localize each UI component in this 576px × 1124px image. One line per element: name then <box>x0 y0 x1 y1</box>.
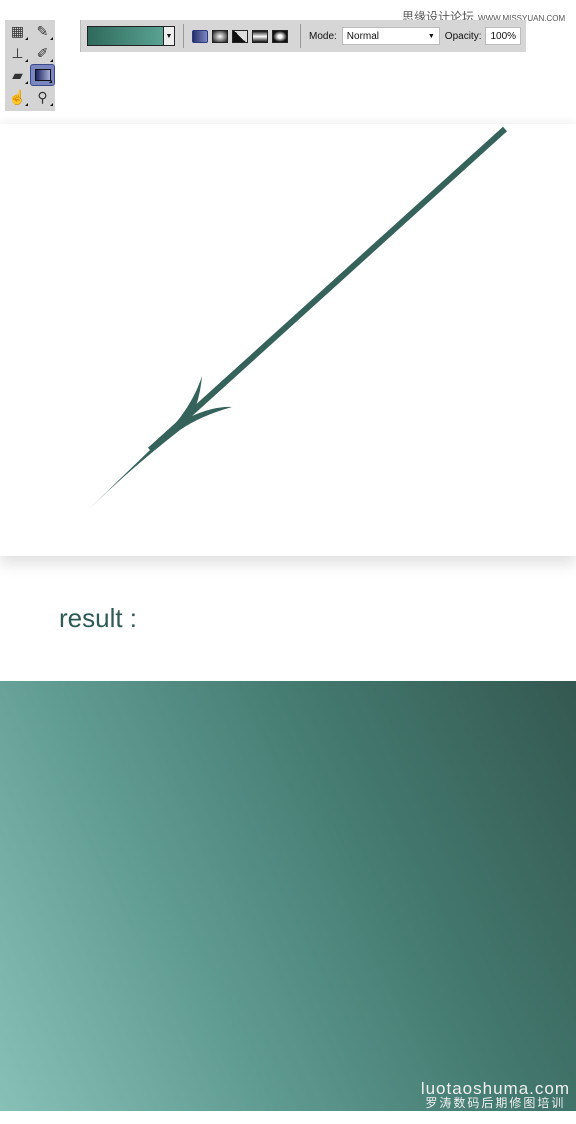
opacity-input[interactable]: 100% <box>485 27 522 45</box>
history-brush-icon[interactable]: ✐ <box>30 42 55 64</box>
brush-icon[interactable]: ✎ <box>30 20 55 42</box>
eraser-icon[interactable]: ▰ <box>5 64 30 86</box>
angle-gradient-button[interactable] <box>232 29 248 43</box>
gradient-dropdown[interactable]: ▼ <box>164 26 175 46</box>
arrow-drawing <box>88 126 508 510</box>
site-cn: 罗涛数码后期修图培训 <box>425 1096 566 1110</box>
reflected-gradient-button[interactable] <box>252 29 268 43</box>
chevron-down-icon: ▼ <box>427 32 435 40</box>
toolbox: ▦ ✎ ⊥ ✐ ▰ ☝ ⚲ <box>5 20 55 111</box>
smudge-icon[interactable]: ☝ <box>5 86 30 108</box>
canvas[interactable] <box>0 124 576 556</box>
dodge-icon[interactable]: ⚲ <box>30 86 55 108</box>
mode-label: Mode: <box>309 30 337 42</box>
opacity-label: Opacity: <box>444 30 482 42</box>
stamp-icon[interactable]: ⊥ <box>5 42 30 64</box>
divider <box>300 24 301 48</box>
site-watermark: luotaoshuma.com 罗涛数码后期修图培训 <box>421 1080 570 1109</box>
mode-select[interactable]: Normal ▼ <box>341 27 440 45</box>
linear-gradient-button[interactable] <box>192 29 208 43</box>
gradient-picker[interactable] <box>87 26 164 46</box>
radial-gradient-button[interactable] <box>212 29 228 43</box>
result-label: result : <box>59 603 138 633</box>
arrow-shaft <box>147 126 508 453</box>
site-url: luotaoshuma.com <box>420 1079 570 1098</box>
result-gradient: luotaoshuma.com 罗涛数码后期修图培训 <box>0 681 576 1111</box>
options-bar: ▼ Mode: Normal ▼ Opacity: 100% <box>80 20 526 52</box>
divider <box>183 24 184 48</box>
marquee-icon[interactable]: ▦ <box>5 20 30 42</box>
diamond-gradient-button[interactable] <box>272 29 288 43</box>
mode-value: Normal <box>346 30 380 42</box>
gradient-icon[interactable] <box>30 64 55 86</box>
